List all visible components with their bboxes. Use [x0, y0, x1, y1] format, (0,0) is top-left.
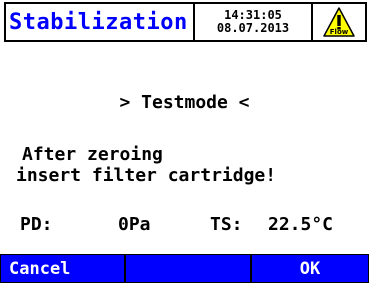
- ts-label: TS:: [210, 214, 243, 235]
- screen-title: Stabilization: [4, 2, 195, 42]
- mode-indicator: > Testmode <: [119, 92, 250, 113]
- ok-button[interactable]: OK: [252, 255, 368, 282]
- date-text: 08.07.2013: [216, 21, 290, 35]
- pd-value: 0Pa: [118, 214, 151, 235]
- warning-triangle-icon: Flow: [322, 6, 356, 38]
- warning-label: Flow: [329, 28, 349, 36]
- cancel-button[interactable]: Cancel: [1, 255, 124, 282]
- device-screen: Stabilization 14:31:05 08.07.2013 Flow >…: [0, 0, 369, 283]
- datetime-display: 14:31:05 08.07.2013: [195, 2, 313, 42]
- instruction-line-2: insert filter cartridge!: [16, 165, 277, 186]
- ts-value: 22.5°C: [268, 214, 334, 235]
- flow-warning-indicator: Flow: [313, 2, 367, 42]
- softkey-bar: Cancel OK: [0, 254, 369, 283]
- pd-label: PD:: [20, 214, 53, 235]
- instruction-line-1: After zeroing: [22, 144, 163, 165]
- readings-row: PD: 0Pa TS: 22.5°C: [20, 214, 365, 238]
- middle-softkey[interactable]: [126, 255, 250, 282]
